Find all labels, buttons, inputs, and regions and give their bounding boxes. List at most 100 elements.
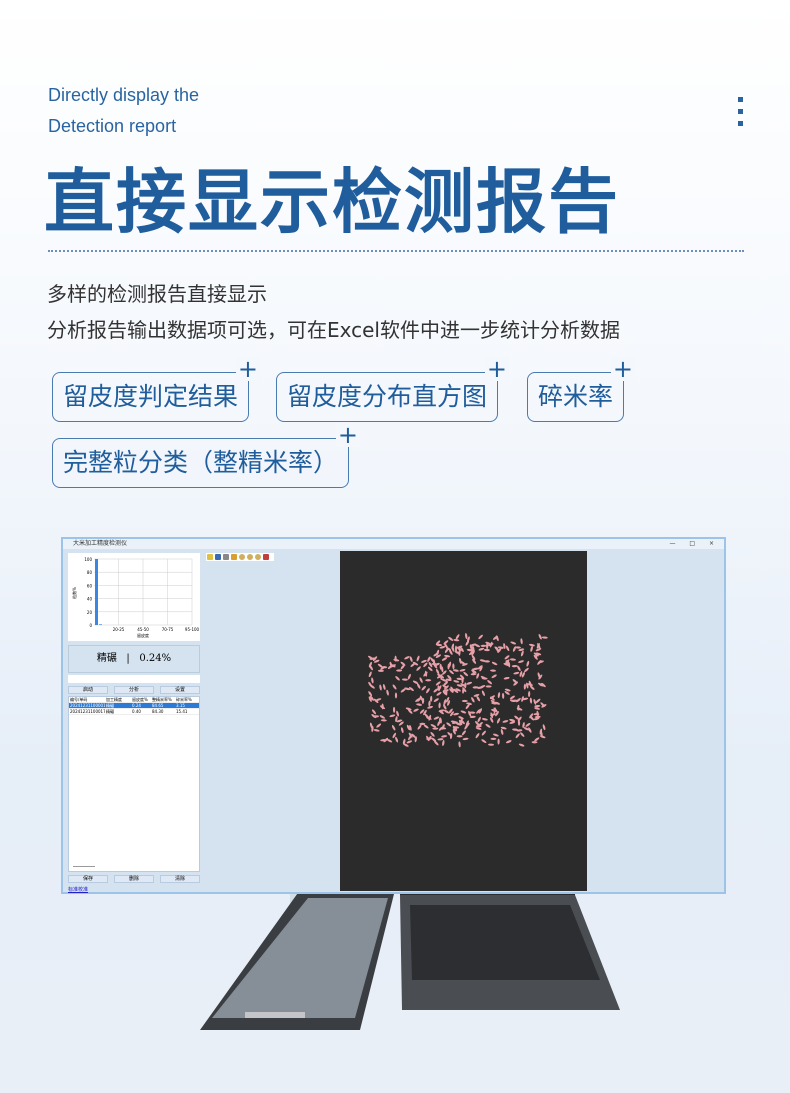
rice-grain bbox=[478, 634, 483, 640]
cell: 0.40 bbox=[132, 709, 141, 714]
table-row[interactable]: 20241231100017 精碾 0.40 84.30 15.41 bbox=[69, 709, 199, 715]
rice-grain bbox=[465, 704, 470, 710]
column-header[interactable]: 整精米率% bbox=[151, 697, 175, 702]
rice-grain bbox=[379, 684, 382, 691]
rice-grain bbox=[434, 740, 439, 746]
separator: | bbox=[126, 653, 130, 664]
cell: 0.24 bbox=[132, 703, 141, 708]
fit-icon[interactable] bbox=[231, 554, 237, 560]
horizontal-scrollbar[interactable] bbox=[73, 866, 95, 867]
rice-grain bbox=[541, 636, 548, 639]
rice-grain bbox=[371, 677, 374, 684]
rice-grain bbox=[436, 668, 440, 675]
rice-grain bbox=[480, 644, 487, 647]
rice-grain bbox=[437, 685, 440, 692]
rice-grain bbox=[524, 667, 529, 673]
rice-grain bbox=[404, 656, 410, 660]
histogram-bar bbox=[99, 624, 102, 625]
rice-grain bbox=[423, 662, 428, 668]
zoom-icon[interactable] bbox=[255, 554, 261, 560]
zoom-in-icon[interactable] bbox=[239, 554, 245, 560]
rice-grain bbox=[483, 648, 490, 652]
rice-grain bbox=[491, 661, 498, 666]
subtitle: Directly display the Detection report bbox=[48, 80, 199, 142]
rice-grain bbox=[452, 669, 459, 672]
rice-grain bbox=[452, 663, 455, 670]
results-table: 编号/单码 加工精度 留皮度% 整精米率% 碎米率% 2024123110000… bbox=[68, 696, 200, 872]
rice-grain bbox=[528, 691, 531, 698]
rice-grain bbox=[481, 730, 486, 736]
rice-grain bbox=[488, 743, 495, 746]
rice-grain bbox=[460, 710, 467, 714]
rice-grain bbox=[534, 707, 541, 710]
rice-grain bbox=[456, 735, 463, 738]
column-header[interactable]: 碎米率% bbox=[175, 697, 197, 702]
page-title: 直接显示检测报告 bbox=[44, 160, 620, 243]
rice-grain bbox=[513, 671, 520, 675]
histogram-bar bbox=[95, 559, 98, 625]
rice-grain bbox=[401, 678, 408, 681]
rice-grain bbox=[520, 650, 524, 657]
rice-grain bbox=[416, 703, 423, 706]
zoom-out-icon[interactable] bbox=[247, 554, 253, 560]
plus-icon: + bbox=[235, 355, 261, 383]
vertical-dots-icon[interactable] bbox=[738, 97, 744, 133]
rice-grain bbox=[394, 692, 398, 699]
rice-grain bbox=[461, 730, 466, 736]
delete-button[interactable]: 删除 bbox=[114, 875, 154, 883]
clear-button[interactable]: 清除 bbox=[160, 875, 200, 883]
subtitle-line: Detection report bbox=[48, 116, 177, 136]
rice-grain bbox=[500, 729, 504, 735]
rice-grain bbox=[432, 727, 439, 730]
calibration-link[interactable]: 标准校准 bbox=[68, 886, 88, 893]
rice-grain bbox=[459, 668, 466, 672]
tag-label: 碎米率 bbox=[538, 382, 614, 411]
rice-grain bbox=[464, 682, 467, 689]
rice-grain bbox=[525, 722, 531, 727]
x-tick-label: 95-100 bbox=[185, 627, 200, 632]
rice-grain bbox=[529, 697, 533, 704]
window-controls[interactable]: — □ × bbox=[669, 539, 720, 549]
rice-grain bbox=[416, 666, 421, 671]
divider bbox=[48, 250, 744, 252]
rice-grain bbox=[504, 655, 510, 660]
result-grade: 精碾 bbox=[96, 653, 117, 664]
color-icon[interactable] bbox=[263, 554, 269, 560]
save-icon[interactable] bbox=[215, 554, 221, 560]
rice-grain bbox=[448, 636, 454, 641]
column-header[interactable]: 加工精度 bbox=[105, 697, 131, 702]
rice-grain bbox=[466, 681, 473, 685]
rice-grain bbox=[515, 733, 520, 739]
rice-grain bbox=[442, 740, 445, 746]
rice-grain bbox=[468, 710, 472, 717]
column-header[interactable]: 留皮度% bbox=[131, 697, 151, 702]
rice-grain bbox=[400, 727, 404, 734]
print-icon[interactable] bbox=[223, 554, 229, 560]
scan-image bbox=[340, 551, 587, 891]
settings-button[interactable]: 设置 bbox=[160, 686, 200, 694]
rice-grain bbox=[458, 741, 461, 748]
start-button[interactable]: 启动 bbox=[68, 686, 108, 694]
window-title: 大米加工精度检测仪 bbox=[73, 540, 128, 547]
analyze-button[interactable]: 分析 bbox=[114, 686, 154, 694]
rice-grain bbox=[505, 740, 512, 744]
rice-grain bbox=[438, 702, 441, 709]
rice-grain bbox=[530, 646, 533, 652]
rice-grain bbox=[433, 716, 440, 720]
rice-grain bbox=[403, 743, 409, 747]
rice-grain bbox=[428, 700, 431, 707]
rice-grain bbox=[371, 709, 377, 715]
rice-grain bbox=[376, 723, 382, 728]
rice-grain bbox=[542, 724, 546, 731]
image-toolbar bbox=[206, 553, 274, 561]
rice-grain bbox=[502, 692, 505, 699]
rice-grain bbox=[475, 725, 482, 728]
column-header[interactable]: 编号/单码 bbox=[69, 697, 105, 702]
rice-grain bbox=[369, 684, 375, 689]
rice-grain bbox=[510, 641, 517, 645]
rice-grain bbox=[487, 680, 492, 685]
save-button[interactable]: 保存 bbox=[68, 875, 108, 883]
feature-tag: 留皮度分布直方图 + bbox=[276, 357, 510, 422]
rice-grain bbox=[509, 695, 515, 700]
open-icon[interactable] bbox=[207, 554, 213, 560]
